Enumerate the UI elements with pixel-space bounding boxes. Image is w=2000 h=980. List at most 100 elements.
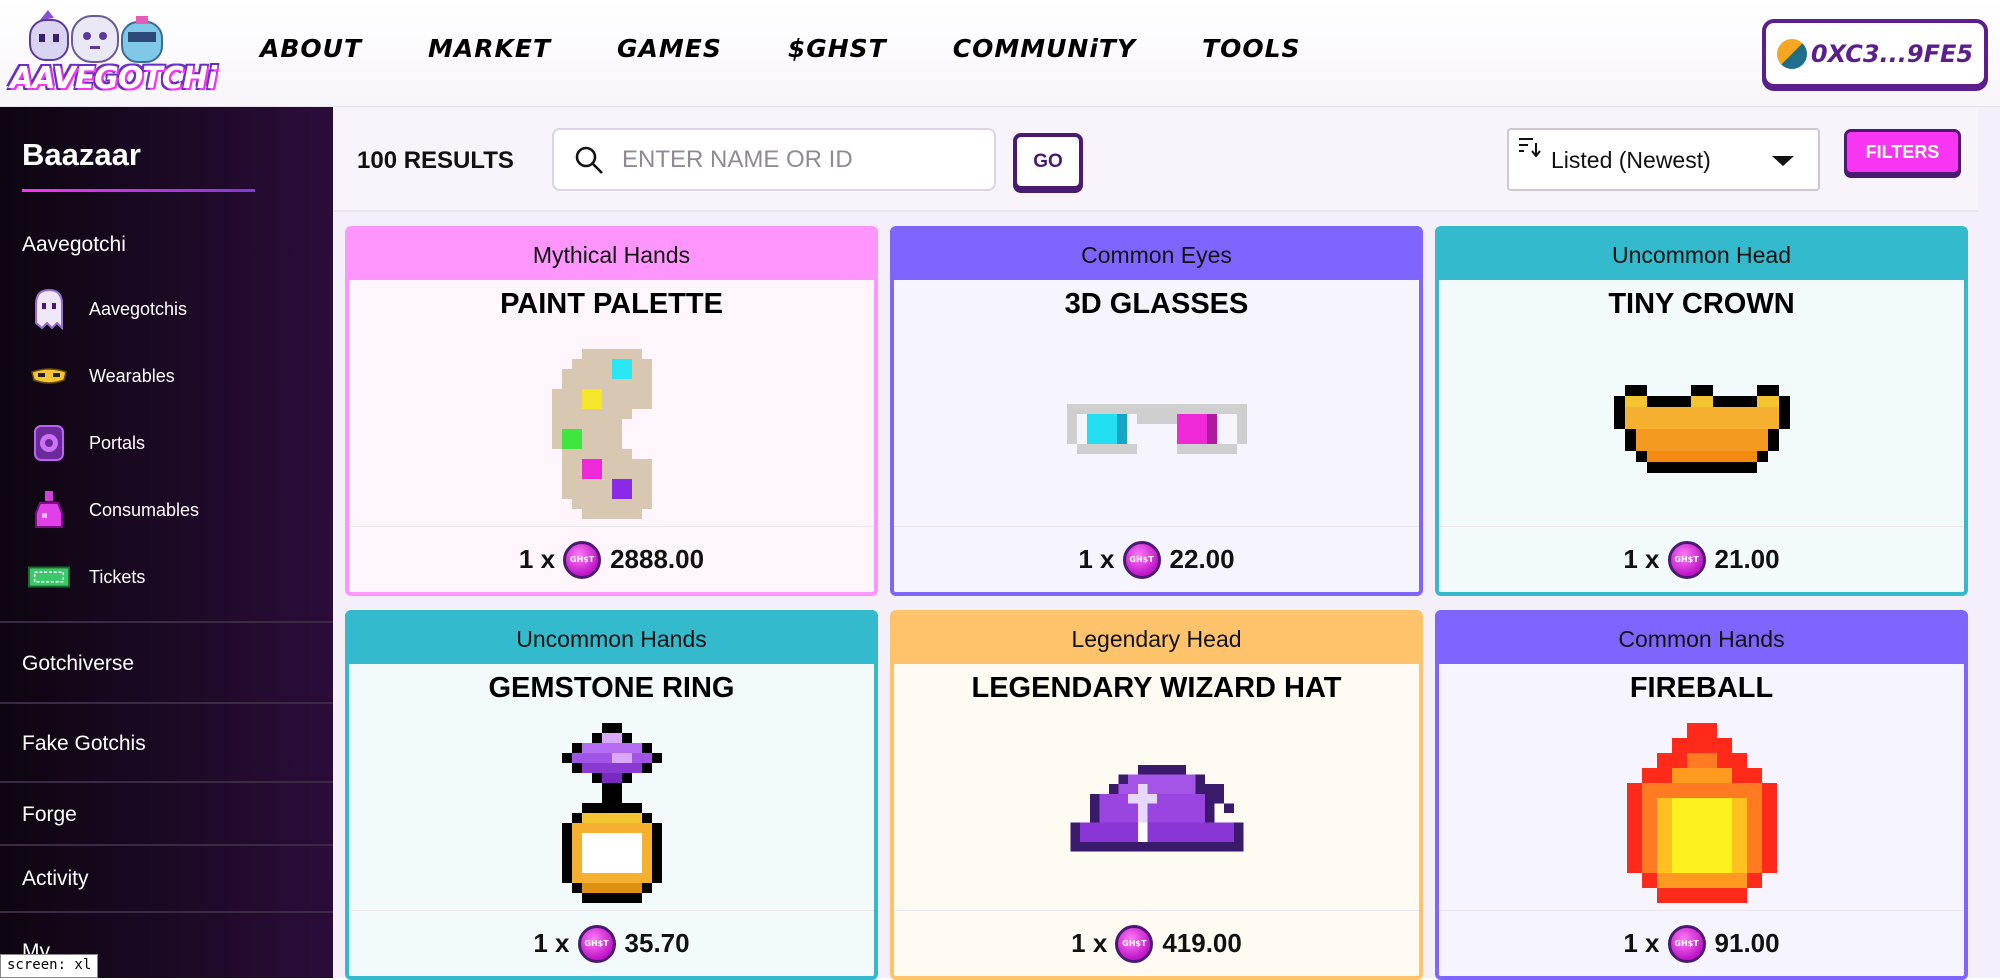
- card-rarity-header: Uncommon Head: [1439, 230, 1964, 280]
- ghst-coin-icon: GH$T: [563, 540, 602, 579]
- card-rarity-header: Legendary Head: [894, 614, 1419, 664]
- card-item-name: FIREBALL: [1629, 672, 1774, 704]
- card-price-row: 1 x GH$T 419.00: [894, 910, 1419, 976]
- aavegotchi-logo[interactable]: AAVEGOTCHi: [10, 6, 217, 100]
- sidebar-item-tickets[interactable]: Tickets: [28, 555, 145, 599]
- sidebar: Baazaar Aavegotchi Aavegotchis Wearables…: [0, 107, 333, 978]
- sidebar-section-gotchiverse[interactable]: Gotchiverse: [22, 652, 134, 676]
- results-count: 100 RESULTS: [357, 147, 514, 174]
- card-body: 3D GLASSES 1 x GH$T 22.00: [894, 280, 1419, 592]
- sort-selected-value: Listed (Newest): [1551, 147, 1711, 173]
- sidebar-divider: [0, 844, 333, 846]
- card-price: 21.00: [1714, 544, 1780, 574]
- sidebar-title: Baazaar: [22, 137, 141, 172]
- card-item-name: LEGENDARY WIZARD HAT: [971, 672, 1342, 704]
- sidebar-item-aavegotchis[interactable]: Aavegotchis: [28, 287, 187, 331]
- sidebar-item-wearables[interactable]: Wearables: [28, 354, 175, 398]
- ghost-icon: [28, 288, 70, 330]
- go-button[interactable]: GO: [1013, 133, 1083, 190]
- card-price-row: 1 x GH$T 91.00: [1439, 910, 1964, 976]
- card-item-name: GEMSTONE RING: [488, 672, 735, 704]
- sidebar-divider: [0, 621, 333, 623]
- sidebar-item-portals[interactable]: Portals: [28, 421, 145, 465]
- card-rarity-header: Uncommon Hands: [349, 614, 874, 664]
- ghst-coin-label: GH$T: [1674, 555, 1699, 564]
- card-item-name: PAINT PALETTE: [500, 288, 723, 320]
- main-nav: ABOUT MARKET GAMES $GHST COMMUNiTY TOOLS: [260, 34, 1367, 63]
- ghst-coin-label: GH$T: [569, 555, 595, 564]
- crown-icon: [1439, 334, 1964, 524]
- chevron-down-icon: [1772, 156, 1794, 166]
- ghst-coin-icon: GH$T: [1122, 540, 1161, 579]
- card-item-name: TINY CROWN: [1608, 288, 1795, 320]
- card-rarity-header: Mythical Hands: [349, 230, 874, 280]
- wallet-address: 0XC3...9FE5: [1810, 39, 1974, 68]
- card-price: 91.00: [1714, 928, 1780, 958]
- search-box[interactable]: [552, 128, 996, 191]
- nav-tools[interactable]: TOOLS: [1202, 34, 1301, 63]
- ticket-icon: [28, 556, 70, 598]
- card-price: 419.00: [1162, 928, 1242, 958]
- card-body: LEGENDARY WIZARD HAT 1 x GH$T 419.00: [894, 664, 1419, 976]
- sidebar-section-forge[interactable]: Forge: [22, 803, 77, 827]
- listing-card[interactable]: Uncommon Hands GEMSTONE RING 1 x GH$T 35…: [345, 610, 878, 980]
- listing-card[interactable]: Mythical Hands PAINT PALETTE 1 x GH$T 28…: [345, 226, 878, 596]
- card-quantity: 1 x: [533, 928, 570, 958]
- card-body: GEMSTONE RING 1 x GH$T 35.70: [349, 664, 874, 976]
- card-rarity-header: Common Hands: [1439, 614, 1964, 664]
- fireball-icon: [1439, 718, 1964, 908]
- filters-button[interactable]: FILTERS: [1844, 129, 1961, 175]
- card-price: 22.00: [1169, 544, 1235, 574]
- wallet-button[interactable]: 0XC3...9FE5: [1762, 19, 1988, 88]
- sidebar-section-aavegotchi[interactable]: Aavegotchi: [22, 233, 126, 257]
- logo-text: AAVEGOTCHi: [10, 61, 217, 96]
- card-item-name: 3D GLASSES: [1064, 288, 1249, 320]
- listing-card[interactable]: Common Hands FIREBALL 1 x GH$T 91.00: [1435, 610, 1968, 980]
- card-price: 35.70: [624, 928, 690, 958]
- card-quantity: 1 x: [1623, 544, 1660, 574]
- wallet-avatar-icon: [1776, 38, 1807, 69]
- ghst-coin-label: GH$T: [584, 939, 609, 948]
- card-rarity-header: Common Eyes: [894, 230, 1419, 280]
- search-icon: [575, 146, 603, 174]
- wizard-hat-icon: [894, 718, 1419, 908]
- sidebar-title-underline: [22, 189, 255, 192]
- ghst-coin-icon: GH$T: [1667, 924, 1706, 963]
- listing-card[interactable]: Common Eyes 3D GLASSES 1 x GH$T 22.00: [890, 226, 1423, 596]
- 3d-glasses-icon: [894, 334, 1419, 524]
- sidebar-divider: [0, 911, 333, 913]
- sort-dropdown[interactable]: Listed (Newest): [1507, 128, 1820, 191]
- top-navigation-bar: AAVEGOTCHi ABOUT MARKET GAMES $GHST COMM…: [0, 0, 2000, 107]
- ghst-coin-icon: GH$T: [577, 924, 616, 963]
- sidebar-item-label: Tickets: [89, 566, 146, 587]
- card-body: PAINT PALETTE 1 x GH$T 2888.00: [349, 280, 874, 592]
- search-input[interactable]: [622, 145, 962, 174]
- sidebar-item-consumables[interactable]: Consumables: [28, 488, 199, 532]
- nav-ghst[interactable]: $GHST: [788, 34, 887, 63]
- nav-games[interactable]: GAMES: [617, 34, 722, 63]
- mask-icon: [28, 355, 70, 397]
- sidebar-divider: [0, 702, 333, 704]
- nav-about[interactable]: ABOUT: [260, 34, 362, 63]
- card-price-row: 1 x GH$T 22.00: [894, 526, 1419, 592]
- portal-icon: [28, 422, 70, 464]
- nav-market[interactable]: MARKET: [428, 34, 551, 63]
- card-body: TINY CROWN 1 x GH$T 21.00: [1439, 280, 1964, 592]
- sidebar-item-label: Portals: [89, 432, 146, 453]
- ghst-coin-icon: GH$T: [1115, 924, 1154, 963]
- sidebar-section-activity[interactable]: Activity: [22, 867, 89, 891]
- nav-community[interactable]: COMMUNiTY: [953, 34, 1136, 63]
- card-price-row: 1 x GH$T 21.00: [1439, 526, 1964, 592]
- potion-icon: [28, 489, 70, 531]
- ring-icon: [349, 718, 874, 908]
- card-quantity: 1 x: [1071, 928, 1108, 958]
- results-toolbar: 100 RESULTS GO Listed (Newest) FILTERS: [333, 107, 1978, 212]
- sidebar-section-fake-gotchis[interactable]: Fake Gotchis: [22, 732, 146, 756]
- ghst-coin-icon: GH$T: [1667, 540, 1706, 579]
- paint-palette-icon: [349, 334, 874, 524]
- main-content: 100 RESULTS GO Listed (Newest) FILTERS M…: [333, 107, 2000, 980]
- listing-card[interactable]: Uncommon Head TINY CROWN 1 x GH$T 21.00: [1435, 226, 1968, 596]
- ghst-coin-label: GH$T: [1674, 939, 1699, 948]
- card-quantity: 1 x: [1078, 544, 1115, 574]
- listing-card[interactable]: Legendary Head LEGENDARY WIZARD HAT 1 x …: [890, 610, 1423, 980]
